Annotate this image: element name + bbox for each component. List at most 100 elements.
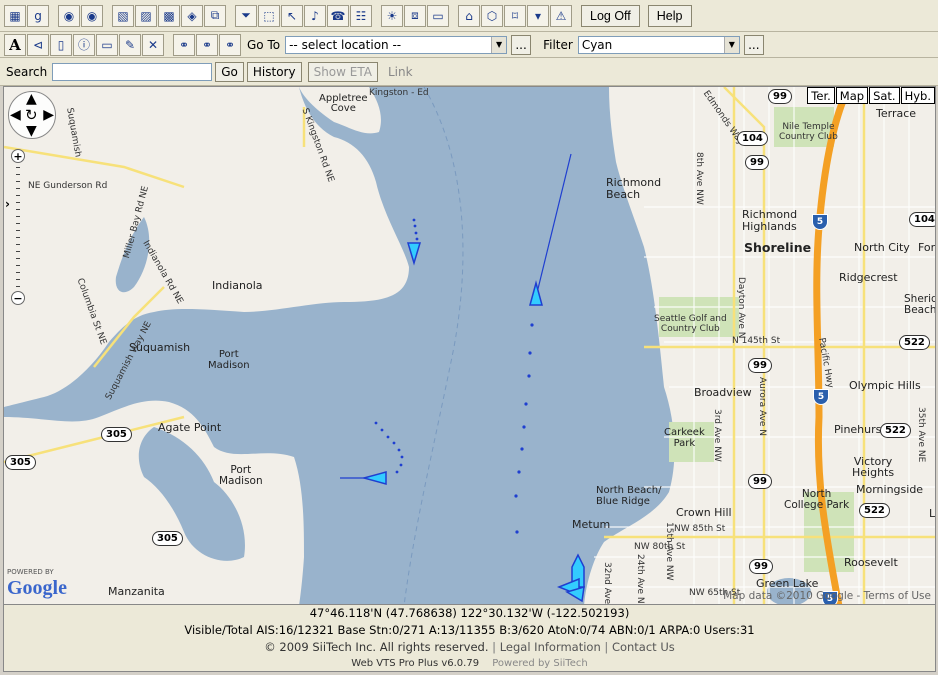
label-crown-hill: Crown Hill: [676, 506, 732, 519]
filter-select[interactable]: Cyan ▼: [577, 35, 740, 54]
pan-control[interactable]: ▲ ▼ ◀ ▶ ↻: [8, 91, 56, 139]
phone-icon[interactable]: ☎: [327, 4, 349, 27]
help-button[interactable]: Help: [647, 4, 692, 27]
comment-icon[interactable]: ▭: [96, 33, 118, 56]
copyright-text: © 2009 SiiTech Inc. All rights reserved.: [264, 640, 489, 654]
ruler-icon[interactable]: ▯: [50, 33, 72, 56]
grid-icon[interactable]: ▩: [158, 4, 180, 27]
tag-icon[interactable]: ⌂: [458, 4, 480, 27]
filter-label: Filter: [543, 37, 573, 52]
select-area-icon[interactable]: ⬚: [258, 4, 280, 27]
pointer-icon[interactable]: ↖: [281, 4, 303, 27]
goto-label: Go To: [247, 37, 281, 52]
logoff-button[interactable]: Log Off: [581, 4, 640, 27]
route-104-shield: 104: [909, 212, 935, 227]
globe-1-icon[interactable]: ◉: [58, 4, 80, 27]
go-button[interactable]: Go: [215, 61, 244, 82]
label-morningside: Morningside: [856, 483, 924, 496]
zoom-in-icon[interactable]: +: [11, 149, 25, 163]
route-99-shield: 99: [748, 358, 772, 373]
vessel-2[interactable]: [406, 242, 422, 266]
pan-left-icon[interactable]: ◀: [10, 107, 21, 123]
vessel-counts: Visible/Total AIS:16/12321 Base Stn:0/27…: [3, 622, 936, 639]
route-305-shield: 305: [101, 427, 132, 442]
pan-down-icon[interactable]: ▼: [26, 123, 37, 139]
chevron-down-icon[interactable]: ▼: [723, 36, 739, 53]
pan-right-icon[interactable]: ▶: [43, 107, 54, 123]
label-24th-ave: 24th Ave NW: [635, 554, 645, 605]
bell-icon[interactable]: ♪: [304, 4, 326, 27]
filter-icon[interactable]: ⏷: [235, 4, 257, 27]
maptype-satellite[interactable]: Sat.: [869, 87, 900, 104]
label-north-college-park: North College Park: [784, 488, 850, 511]
label-icon[interactable]: ⬡: [481, 4, 503, 27]
zoom-out-icon[interactable]: −: [11, 291, 25, 305]
chart-icon[interactable]: ▨: [135, 4, 157, 27]
location-select-value: -- select location --: [289, 37, 402, 52]
powered-by-label: POWERED BY: [7, 568, 54, 576]
label-3rd-ave: 3rd Ave NW: [712, 409, 722, 462]
label-seattle-golf: Seattle Golf and Country Club: [654, 314, 727, 334]
maptype-map[interactable]: Map: [835, 87, 869, 104]
info-icon[interactable]: ⓘ: [73, 33, 95, 56]
location-select[interactable]: -- select location -- ▼: [285, 35, 508, 54]
label-port-madison-2: Port Madison: [219, 464, 263, 487]
label-35th-ave: 35th Ave NE: [916, 407, 926, 463]
sun-icon[interactable]: ☀: [381, 4, 403, 27]
pan-up-icon[interactable]: ▲: [26, 91, 37, 107]
show-eta-button[interactable]: Show ETA: [307, 61, 378, 82]
globe-2-icon[interactable]: ◉: [81, 4, 103, 27]
layer-map-icon[interactable]: ▧: [112, 4, 134, 27]
maptype-terrain[interactable]: Ter.: [807, 87, 835, 104]
reset-icon[interactable]: ↻: [25, 106, 38, 124]
search-input[interactable]: [52, 62, 213, 81]
warning-icon[interactable]: ⚠: [550, 4, 572, 27]
vessel-tool-icon[interactable]: ⊲: [27, 33, 49, 56]
pin-icon[interactable]: ▾: [527, 4, 549, 27]
location-more-button[interactable]: ...: [511, 34, 532, 55]
map-data-attribution[interactable]: Map data ©2010 Google - Terms of Use: [723, 590, 931, 602]
label-forest: Fore: [918, 241, 935, 254]
link-1-icon[interactable]: ⚭: [173, 33, 195, 56]
shield-map-icon[interactable]: ◈: [181, 4, 203, 27]
search-label: Search: [6, 64, 48, 79]
clear-icon[interactable]: ✕: [142, 33, 164, 56]
label-terrace: Terrace: [876, 107, 917, 120]
route-99-shield: 99: [749, 559, 773, 574]
folder-icon[interactable]: ⌑: [504, 4, 526, 27]
interstate-5-shield: 5: [813, 389, 829, 405]
copy-icon[interactable]: ⧈: [404, 4, 426, 27]
windows-icon[interactable]: ▦: [4, 4, 26, 27]
filter-more-button[interactable]: ...: [743, 34, 764, 55]
legal-link[interactable]: Legal Information: [500, 640, 601, 654]
footer-links: © 2009 SiiTech Inc. All rights reserved.…: [3, 639, 936, 656]
label-victory-heights: Victory Heights: [852, 455, 895, 479]
label-nile-temple: Nile Temple Country Club: [779, 122, 838, 142]
history-button[interactable]: History: [246, 61, 302, 82]
contact-link[interactable]: Contact Us: [612, 640, 675, 654]
link-3-icon[interactable]: ⚭: [219, 33, 241, 56]
map-view[interactable]: ▲ ▼ ◀ ▶ ↻ + › − Ter. Map Sat. Hyb. Apple…: [3, 86, 936, 605]
google-logo[interactable]: Google: [7, 577, 67, 600]
maptype-hybrid[interactable]: Hyb.: [900, 87, 935, 104]
zoom-slider[interactable]: [16, 167, 20, 292]
chevron-down-icon[interactable]: ▼: [491, 36, 507, 53]
overlap-icon[interactable]: ⧉: [204, 4, 226, 27]
vessel-1[interactable]: [529, 280, 543, 306]
tools-toolbar: A ⊲ ▯ ⓘ ▭ ✎ ✕ ⚭ ⚭ ⚭ Go To -- select loca…: [0, 32, 938, 58]
pen-icon[interactable]: ✎: [119, 33, 141, 56]
shipping-lane: [403, 87, 464, 604]
table-icon[interactable]: ☷: [350, 4, 372, 27]
link-button[interactable]: Link: [388, 65, 413, 79]
google-icon[interactable]: g: [27, 4, 49, 27]
link-2-icon[interactable]: ⚭: [196, 33, 218, 56]
text-tool-icon[interactable]: A: [4, 33, 26, 56]
powered-by-siitech: Powered by SiiTech: [492, 658, 588, 669]
label-broadview: Broadview: [694, 386, 752, 399]
vessel-3[interactable]: [361, 471, 387, 485]
map-type-selector: Ter. Map Sat. Hyb.: [806, 87, 935, 104]
coordinates-readout: 47°46.118'N (47.768638) 122°30.132'W (-1…: [3, 605, 936, 622]
zoom-handle[interactable]: ›: [5, 197, 10, 211]
label-shoreline: Shoreline: [744, 240, 812, 255]
video-icon[interactable]: ▭: [427, 4, 449, 27]
